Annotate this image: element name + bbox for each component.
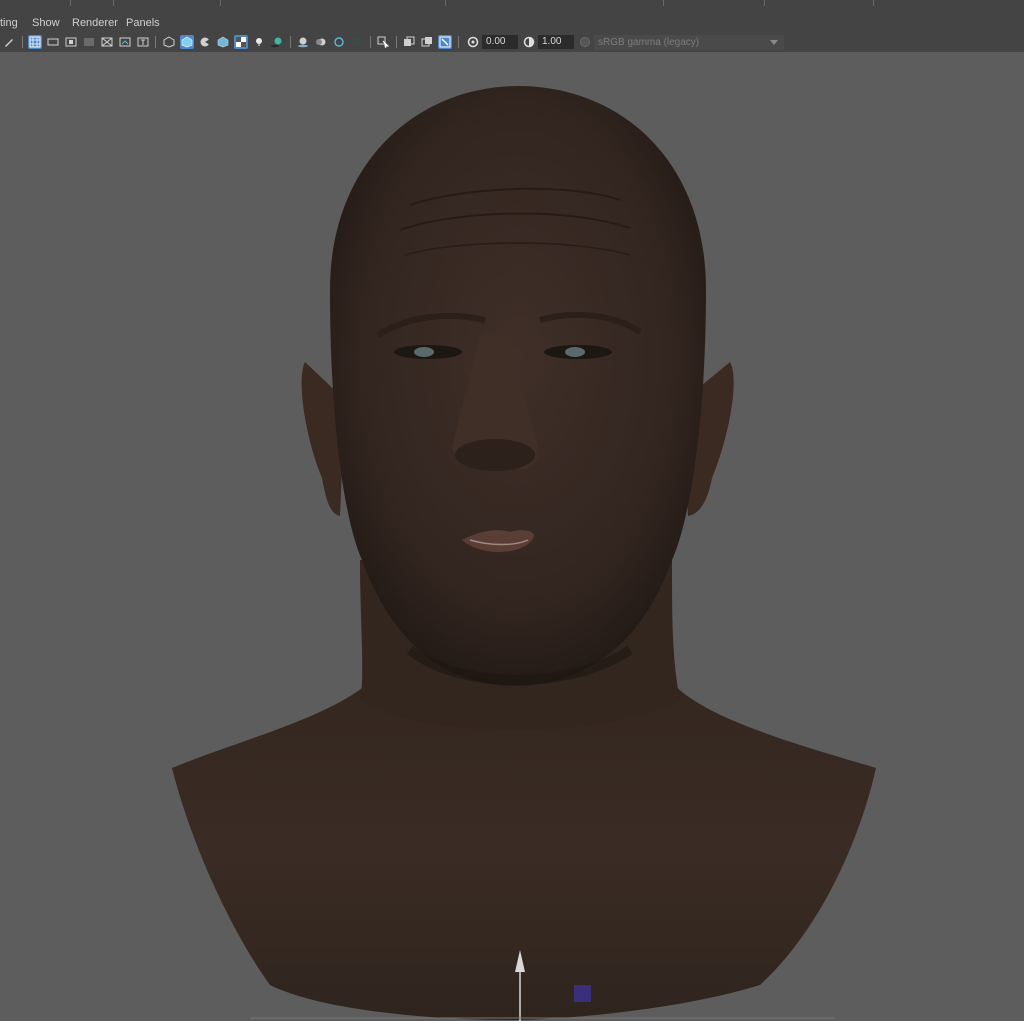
gamma-icon[interactable]	[522, 35, 536, 49]
manipulator-handle	[574, 985, 591, 1002]
exposure-icon[interactable]	[466, 35, 480, 49]
exposure-field[interactable]: 0.00	[482, 35, 518, 49]
color-space-dropdown[interactable]: sRGB gamma (legacy)	[594, 35, 784, 50]
viewport-3d[interactable]	[0, 52, 1024, 1021]
wireframe-on-shaded-icon[interactable]	[216, 35, 230, 49]
field-chart-icon[interactable]	[100, 35, 114, 49]
xray-joints-icon[interactable]	[420, 35, 434, 49]
view-transform-icon[interactable]	[578, 35, 592, 49]
menu-show[interactable]: Show	[32, 17, 60, 29]
grid-toggle-icon[interactable]	[28, 35, 42, 49]
panel-menu-bar: ting Show Renderer Panels	[0, 14, 1024, 32]
xray-icon[interactable]	[402, 35, 416, 49]
gate-mask-icon[interactable]	[82, 35, 96, 49]
safe-action-icon[interactable]	[118, 35, 132, 49]
menu-renderer[interactable]: Renderer	[72, 17, 118, 29]
use-all-lights-icon[interactable]	[252, 35, 266, 49]
textured-icon[interactable]	[234, 35, 248, 49]
head-model	[172, 86, 876, 1021]
backface-culling-icon[interactable]	[438, 35, 452, 49]
shadows-icon[interactable]	[270, 35, 284, 49]
anti-aliasing-icon[interactable]	[332, 35, 346, 49]
menu-lighting[interactable]: ting	[0, 17, 18, 29]
menu-panels[interactable]: Panels	[126, 17, 160, 29]
screen-space-ao-icon[interactable]	[296, 35, 310, 49]
wireframe-icon[interactable]	[162, 35, 176, 49]
window-top-strip	[0, 0, 1024, 15]
use-default-material-icon[interactable]	[198, 35, 212, 49]
chevron-down-icon	[770, 40, 778, 45]
pencil-icon[interactable]	[2, 35, 16, 49]
resolution-gate-icon[interactable]	[64, 35, 78, 49]
panel-toolbar: 0.00 1.00 sRGB gamma (legacy)	[0, 32, 1024, 53]
safe-title-icon[interactable]	[136, 35, 150, 49]
film-gate-icon[interactable]	[46, 35, 60, 49]
gamma-field[interactable]: 1.00	[538, 35, 574, 49]
motion-blur-icon[interactable]	[314, 35, 328, 49]
smooth-shade-icon[interactable]	[180, 35, 194, 49]
depth-of-field-icon[interactable]	[350, 35, 364, 49]
color-space-label: sRGB gamma (legacy)	[598, 37, 700, 48]
isolate-select-icon[interactable]	[376, 35, 390, 49]
